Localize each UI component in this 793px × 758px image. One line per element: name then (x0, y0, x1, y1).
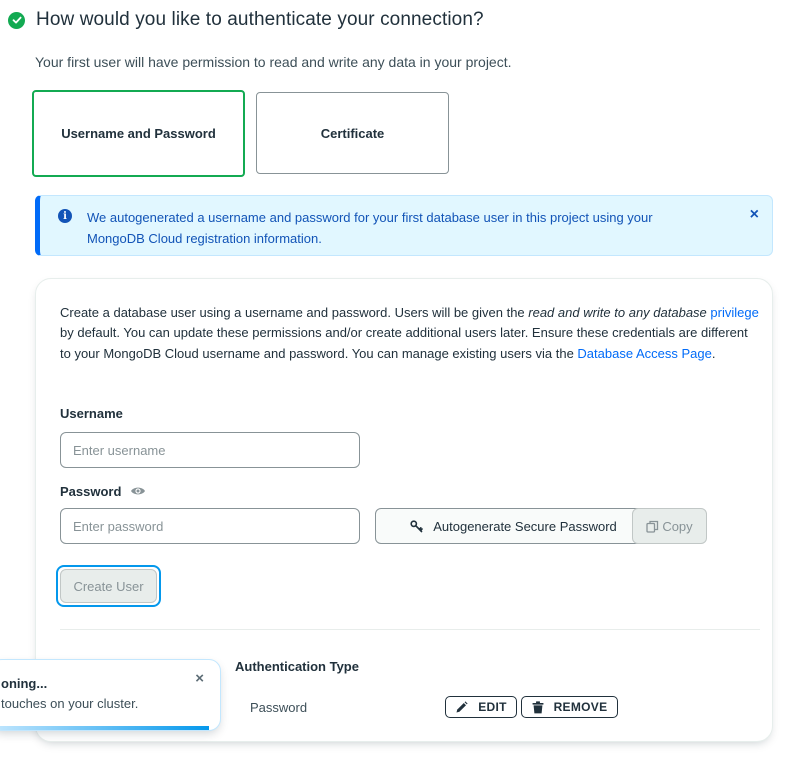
desc-text: Create a database user using a username … (60, 305, 529, 320)
close-icon[interactable]: × (750, 206, 759, 224)
remove-user-button[interactable]: REMOVE (521, 696, 618, 718)
autogenerate-password-button[interactable]: Autogenerate Secure Password (375, 508, 652, 544)
pencil-icon (456, 700, 468, 712)
provisioning-toast: oning... touches on your cluster. × (0, 659, 221, 731)
eye-icon[interactable] (130, 484, 146, 502)
toast-title: oning... (1, 676, 48, 691)
username-input[interactable] (60, 432, 360, 468)
password-label: Password (60, 484, 122, 499)
step-description: Your first user will have permission to … (35, 54, 512, 70)
check-circle-icon (8, 11, 25, 29)
step-header: How would you like to authenticate your … (8, 9, 484, 31)
card-description: Create a database user using a username … (60, 303, 760, 364)
copy-label: Copy (662, 518, 693, 534)
auth-option-certificate[interactable]: Certificate (256, 92, 449, 174)
column-header-auth-type: Authentication Type (235, 659, 359, 674)
privilege-link[interactable]: privilege (710, 305, 758, 320)
key-icon (410, 519, 424, 533)
banner-text: We autogenerated a username and password… (87, 210, 653, 246)
page: How would you like to authenticate your … (0, 0, 793, 758)
close-icon[interactable]: × (195, 670, 204, 687)
auth-option-label: Username and Password (61, 126, 216, 141)
divider (60, 629, 760, 630)
auth-option-username-password[interactable]: Username and Password (32, 90, 245, 177)
username-label: Username (60, 406, 123, 421)
step-title: How would you like to authenticate your … (36, 9, 484, 30)
autogenerate-label: Autogenerate Secure Password (433, 518, 617, 534)
toast-progress-bar (0, 726, 209, 730)
auth-option-label: Certificate (320, 125, 385, 141)
password-input[interactable] (60, 508, 360, 544)
database-access-link[interactable]: Database Access Page (577, 346, 711, 361)
info-banner: i We autogenerated a username and passwo… (35, 195, 773, 256)
desc-emphasis: read and write to any database (528, 305, 707, 320)
toast-body: touches on your cluster. (1, 696, 139, 711)
edit-label: EDIT (478, 700, 507, 714)
copy-icon (646, 520, 659, 533)
copy-button[interactable]: Copy (632, 508, 707, 544)
auth-type-value: Password (250, 700, 308, 715)
info-icon: i (58, 209, 72, 223)
create-user-label: Create User (73, 578, 144, 594)
edit-user-button[interactable]: EDIT (445, 696, 517, 718)
remove-label: REMOVE (553, 700, 608, 714)
trash-icon (532, 700, 544, 713)
create-user-button[interactable]: Create User (60, 569, 157, 603)
desc-text: . (711, 345, 716, 361)
